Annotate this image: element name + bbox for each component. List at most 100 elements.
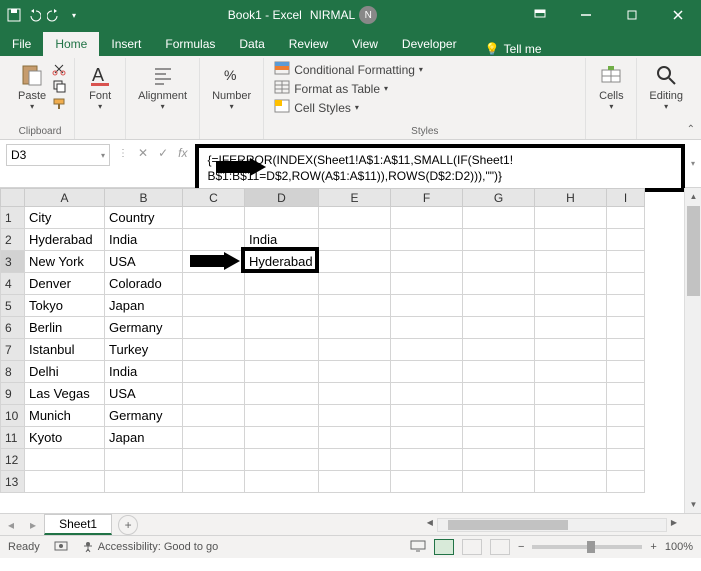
cell[interactable]: Tokyo [25, 295, 105, 317]
tab-review[interactable]: Review [277, 32, 340, 56]
view-page-break-button[interactable] [490, 539, 510, 555]
cell[interactable] [245, 207, 319, 229]
cell[interactable] [245, 339, 319, 361]
cell[interactable]: Kyoto [25, 427, 105, 449]
cell[interactable] [391, 427, 463, 449]
tell-me[interactable]: 💡 Tell me [485, 42, 542, 56]
row-header-6[interactable]: 6 [1, 317, 25, 339]
cell[interactable] [391, 207, 463, 229]
paste-button[interactable]: Paste ▾ [14, 60, 50, 113]
tab-developer[interactable]: Developer [390, 32, 469, 56]
undo-icon[interactable] [26, 7, 42, 23]
cell[interactable] [607, 317, 645, 339]
enter-formula-icon[interactable]: ✓ [158, 146, 168, 160]
cell[interactable]: India [245, 229, 319, 251]
accessibility-status[interactable]: Accessibility: Good to go [82, 541, 218, 553]
cell[interactable] [319, 339, 391, 361]
cell[interactable] [245, 295, 319, 317]
cell[interactable]: USA [105, 251, 183, 273]
cell[interactable] [535, 207, 607, 229]
zoom-thumb[interactable] [587, 541, 595, 553]
cell[interactable] [535, 251, 607, 273]
horizontal-scrollbar[interactable] [437, 518, 667, 532]
col-header-B[interactable]: B [105, 189, 183, 207]
cell[interactable]: Japan [105, 295, 183, 317]
number-button[interactable]: % Number ▾ [208, 60, 255, 113]
cell[interactable]: Country [105, 207, 183, 229]
cell[interactable] [319, 207, 391, 229]
editing-button[interactable]: Editing ▾ [645, 60, 687, 113]
cell[interactable] [607, 361, 645, 383]
cell[interactable] [463, 251, 535, 273]
cell[interactable] [607, 339, 645, 361]
cell[interactable] [391, 405, 463, 427]
cell[interactable] [183, 339, 245, 361]
cell[interactable]: Munich [25, 405, 105, 427]
cell[interactable]: India [105, 229, 183, 251]
cell[interactable] [463, 361, 535, 383]
cell[interactable] [391, 251, 463, 273]
tab-file[interactable]: File [0, 32, 43, 56]
cell[interactable] [245, 405, 319, 427]
cell[interactable] [463, 427, 535, 449]
select-all-cell[interactable] [1, 189, 25, 207]
cell[interactable] [391, 317, 463, 339]
col-header-D[interactable]: D [245, 189, 319, 207]
scroll-up-icon[interactable]: ▲ [685, 188, 701, 205]
zoom-slider[interactable] [532, 545, 642, 549]
format-painter-icon[interactable] [52, 97, 66, 111]
conditional-formatting-button[interactable]: Conditional Formatting ▾ [272, 60, 425, 79]
cell[interactable]: Delhi [25, 361, 105, 383]
cell[interactable] [463, 471, 535, 493]
cell[interactable] [319, 383, 391, 405]
cell-styles-button[interactable]: Cell Styles ▾ [272, 98, 361, 117]
cell[interactable] [319, 317, 391, 339]
row-header-5[interactable]: 5 [1, 295, 25, 317]
cell[interactable] [535, 361, 607, 383]
format-as-table-button[interactable]: Format as Table ▾ [272, 79, 390, 98]
cell[interactable] [535, 449, 607, 471]
cell[interactable] [391, 339, 463, 361]
cut-icon[interactable] [52, 62, 66, 76]
cell[interactable] [245, 383, 319, 405]
copy-icon[interactable] [52, 79, 66, 93]
close-icon[interactable] [655, 0, 701, 30]
cell[interactable] [463, 383, 535, 405]
cell[interactable] [391, 471, 463, 493]
cell[interactable]: Las Vegas [25, 383, 105, 405]
formula-dropdown-icon[interactable]: ⋮ [118, 148, 128, 159]
name-box[interactable]: D3 ▾ [6, 144, 110, 166]
cell[interactable] [319, 427, 391, 449]
cell[interactable] [535, 273, 607, 295]
cell[interactable] [607, 295, 645, 317]
row-header-8[interactable]: 8 [1, 361, 25, 383]
tab-formulas[interactable]: Formulas [153, 32, 227, 56]
cell[interactable] [463, 339, 535, 361]
col-header-F[interactable]: F [391, 189, 463, 207]
row-header-1[interactable]: 1 [1, 207, 25, 229]
tab-data[interactable]: Data [227, 32, 276, 56]
spreadsheet-grid[interactable]: A B C D E F G H I 1CityCountry 2Hyderaba… [0, 188, 645, 493]
cell[interactable] [25, 471, 105, 493]
cell[interactable] [183, 229, 245, 251]
fx-icon[interactable]: fx [178, 146, 187, 160]
row-header-9[interactable]: 9 [1, 383, 25, 405]
cell[interactable] [535, 339, 607, 361]
col-header-G[interactable]: G [463, 189, 535, 207]
cell[interactable] [607, 273, 645, 295]
cell[interactable] [391, 383, 463, 405]
cell[interactable]: New York [25, 251, 105, 273]
cell[interactable]: Denver [25, 273, 105, 295]
row-header-3[interactable]: 3 [1, 251, 25, 273]
cell[interactable] [319, 273, 391, 295]
cell[interactable] [535, 471, 607, 493]
tab-view[interactable]: View [340, 32, 390, 56]
save-icon[interactable] [6, 7, 22, 23]
font-button[interactable]: A Font ▾ [83, 60, 117, 113]
cell[interactable]: Colorado [105, 273, 183, 295]
cell[interactable] [391, 295, 463, 317]
cell[interactable] [183, 471, 245, 493]
scroll-down-icon[interactable]: ▼ [685, 496, 701, 513]
cell[interactable] [319, 449, 391, 471]
cell[interactable] [463, 229, 535, 251]
